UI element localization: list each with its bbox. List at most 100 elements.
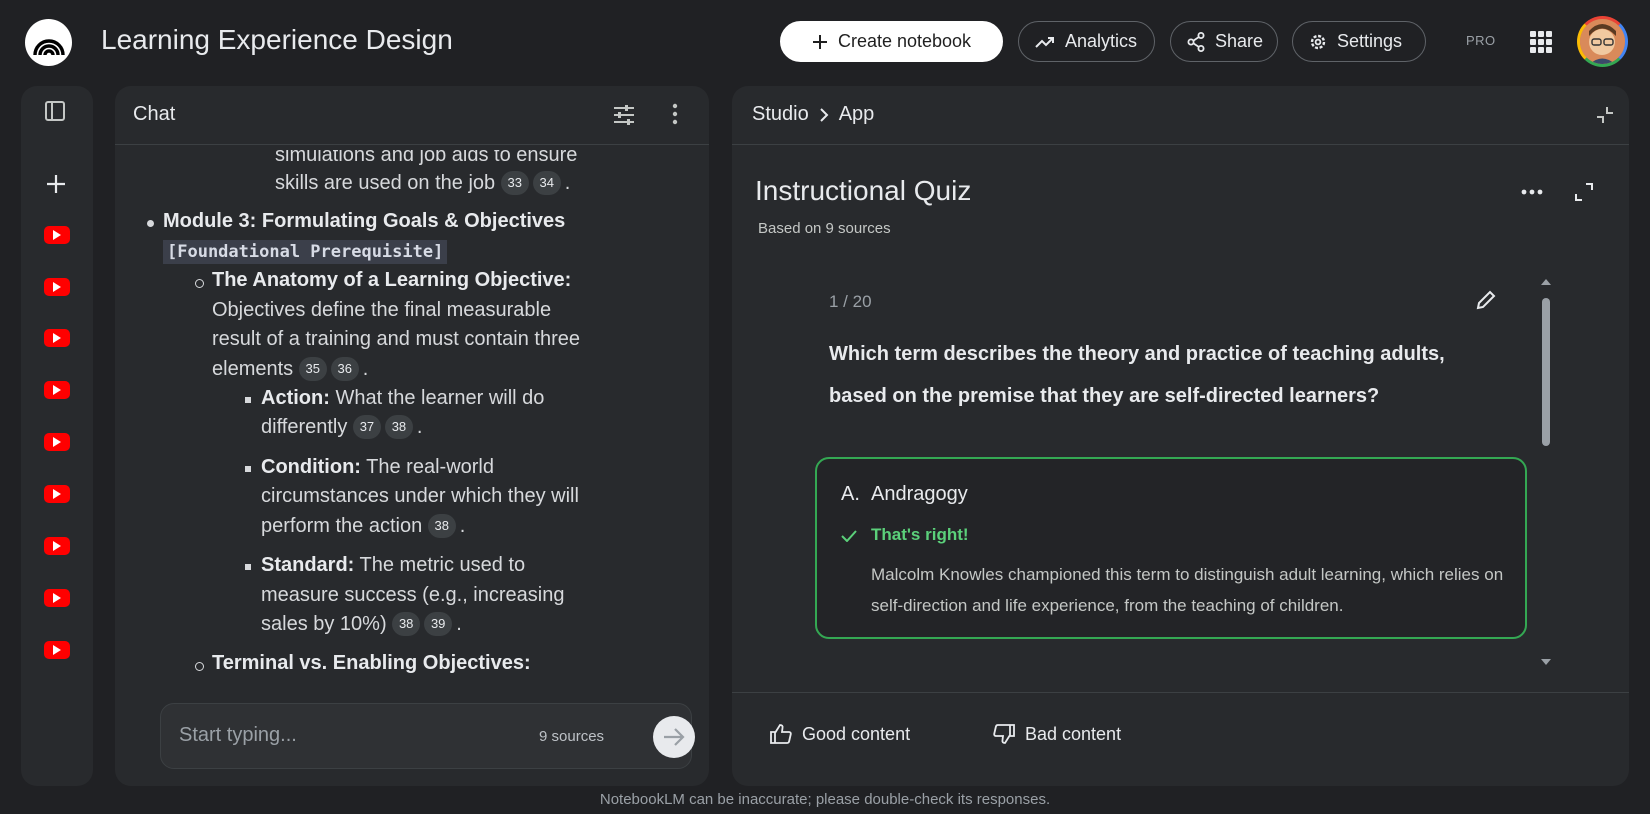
send-button[interactable]	[653, 716, 695, 758]
chat-text: differently 37 38.	[261, 415, 423, 439]
breadcrumb-app: App	[838, 103, 875, 125]
bad-content-button[interactable]: Bad content	[985, 712, 1129, 756]
more-horiz-icon[interactable]	[1521, 189, 1543, 195]
thumb-up-icon	[770, 724, 792, 744]
thumb-down-icon	[993, 724, 1015, 744]
citation-chip[interactable]: 38	[392, 612, 421, 636]
chat-text: elements 35 36.	[212, 357, 369, 381]
sources-count: 9 sources	[539, 728, 605, 745]
bullet	[245, 564, 251, 570]
chat-text: Standard: The metric used to	[261, 554, 526, 576]
citation-chip[interactable]: 38	[427, 514, 456, 538]
answer-explanation: Malcolm Knowles championed this term to …	[871, 565, 1504, 615]
youtube-icon[interactable]	[44, 226, 70, 244]
citation-chip[interactable]: 38	[384, 415, 413, 439]
breadcrumb: Studio App	[752, 103, 874, 126]
chat-input-placeholder[interactable]: Start typing...	[179, 724, 297, 747]
section-heading: Terminal vs. Enabling Objectives:	[212, 652, 531, 674]
module-heading: Module 3: Formulating Goals & Objectives	[163, 210, 566, 232]
chat-text: perform the action 38.	[261, 514, 466, 538]
chevron-right-icon	[819, 107, 829, 122]
toggle-sidebar-icon[interactable]	[44, 100, 66, 122]
youtube-icon[interactable]	[44, 641, 70, 659]
top-bar: Learning Experience Design Create notebo…	[0, 0, 1650, 84]
bullet	[195, 279, 204, 288]
quiz-title: Instructional Quiz	[755, 175, 972, 206]
pro-badge: PRO	[1466, 33, 1496, 48]
good-content-label: Good content	[802, 723, 911, 744]
youtube-icon[interactable]	[44, 537, 70, 555]
arrow-right-icon	[663, 728, 685, 746]
bullet	[245, 397, 251, 403]
tune-icon[interactable]	[613, 104, 635, 126]
citation-chip[interactable]: 33	[500, 171, 529, 195]
chat-text: circumstances under which they will	[261, 485, 579, 507]
share-button[interactable]: Share	[1170, 21, 1278, 62]
sources-rail	[21, 86, 93, 786]
youtube-icon[interactable]	[44, 485, 70, 503]
apps-grid-icon[interactable]	[1530, 31, 1552, 53]
chat-panel: Chat simulations and job aids to ensure …	[115, 86, 709, 786]
collapse-icon[interactable]	[1596, 106, 1614, 124]
divider	[732, 692, 1629, 693]
citation-chip[interactable]: 39	[424, 612, 453, 636]
chat-text: Action: What the learner will do	[261, 387, 545, 409]
analytics-label: Analytics	[1065, 31, 1138, 51]
answer-option-correct[interactable]: A. Andragogy That's right! Malcolm Knowl…	[815, 457, 1527, 639]
create-notebook-button[interactable]: Create notebook	[780, 21, 1003, 62]
chat-header: Chat	[115, 86, 709, 145]
bullet	[195, 662, 204, 671]
scrollbar-thumb[interactable]	[1542, 298, 1550, 446]
chat-text: Objectives define the final measurable	[212, 299, 552, 321]
question-text: Which term describes the theory and prac…	[829, 343, 1445, 407]
notebook-title[interactable]: Learning Experience Design	[101, 24, 453, 56]
bullet	[147, 220, 154, 227]
citation-chip[interactable]: 35	[298, 357, 327, 381]
citation-chip[interactable]: 37	[352, 415, 381, 439]
youtube-icon[interactable]	[44, 278, 70, 296]
breadcrumb-studio[interactable]: Studio	[752, 103, 809, 126]
create-notebook-label: Create notebook	[837, 31, 972, 51]
avatar[interactable]	[1577, 16, 1628, 67]
citation-chip[interactable]: 34	[532, 171, 561, 195]
youtube-icon[interactable]	[44, 381, 70, 399]
quiz-scrollbar[interactable]	[1540, 278, 1552, 668]
chat-text: sales by 10%) 38 39.	[261, 612, 462, 636]
section-heading: The Anatomy of a Learning Objective:	[212, 269, 572, 291]
citation-chip[interactable]: 36	[330, 357, 359, 381]
bad-content-label: Bad content	[1025, 723, 1122, 744]
add-source-icon[interactable]	[46, 174, 66, 194]
fullscreen-icon[interactable]	[1574, 182, 1594, 202]
chat-messages: simulations and job aids to ensure skill…	[115, 146, 709, 701]
share-label: Share	[1215, 31, 1264, 51]
youtube-icon[interactable]	[44, 589, 70, 607]
chat-text: skills are used on the job 33 34.	[275, 171, 571, 195]
chat-text: measure success (e.g., increasing	[261, 584, 565, 606]
chat-text: Condition: The real-world	[261, 456, 494, 478]
more-vert-icon[interactable]	[672, 103, 678, 125]
settings-button[interactable]: Settings	[1292, 21, 1426, 62]
notebooklm-logo-icon[interactable]	[25, 19, 72, 66]
bullet	[245, 466, 251, 472]
answer-label: A. Andragogy	[841, 483, 968, 505]
youtube-icon[interactable]	[44, 329, 70, 347]
analytics-button[interactable]: Analytics	[1018, 21, 1155, 62]
youtube-icon[interactable]	[44, 433, 70, 451]
answer-feedback: That's right!	[871, 525, 969, 544]
studio-panel: Studio App Instructional Quiz Based on 9…	[732, 86, 1629, 786]
chat-text: result of a training and must contain th…	[212, 328, 580, 350]
chat-input[interactable]: Start typing... 9 sources	[160, 703, 695, 769]
good-content-button[interactable]: Good content	[762, 712, 918, 756]
settings-label: Settings	[1337, 31, 1403, 51]
check-icon	[841, 530, 857, 542]
share-icon	[1187, 31, 1205, 52]
disclaimer: NotebookLM can be inaccurate; please dou…	[599, 791, 1051, 808]
studio-header: Studio App	[732, 86, 1629, 145]
question-counter: 1 / 20	[829, 292, 872, 311]
plus-icon	[812, 34, 828, 50]
module-tag: [Foundational Prerequisite]	[163, 236, 448, 268]
edit-icon[interactable]	[1475, 289, 1497, 311]
chat-title: Chat	[133, 103, 176, 125]
gear-icon	[1309, 33, 1327, 51]
quiz-sources: Based on 9 sources	[758, 220, 891, 237]
